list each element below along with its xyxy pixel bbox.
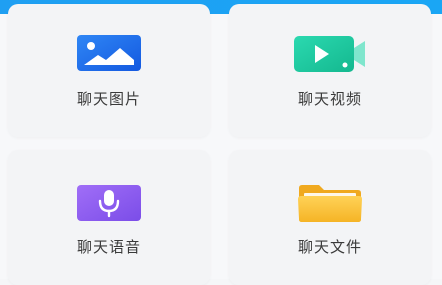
image-icon bbox=[8, 34, 210, 76]
microphone-icon bbox=[8, 184, 210, 226]
chat-images-card[interactable]: 聊天图片 bbox=[8, 4, 210, 137]
chat-voice-card[interactable]: 聊天语音 bbox=[8, 150, 210, 285]
chat-videos-label: 聊天视频 bbox=[297, 90, 362, 108]
chat-files-label: 聊天文件 bbox=[297, 238, 362, 256]
chat-videos-card[interactable]: 聊天视频 bbox=[229, 4, 431, 137]
chat-voice-label: 聊天语音 bbox=[76, 238, 141, 256]
chat-files-card[interactable]: 聊天文件 bbox=[229, 150, 431, 285]
video-icon bbox=[229, 34, 431, 76]
chat-images-label: 聊天图片 bbox=[76, 90, 141, 108]
folder-icon bbox=[229, 184, 431, 226]
